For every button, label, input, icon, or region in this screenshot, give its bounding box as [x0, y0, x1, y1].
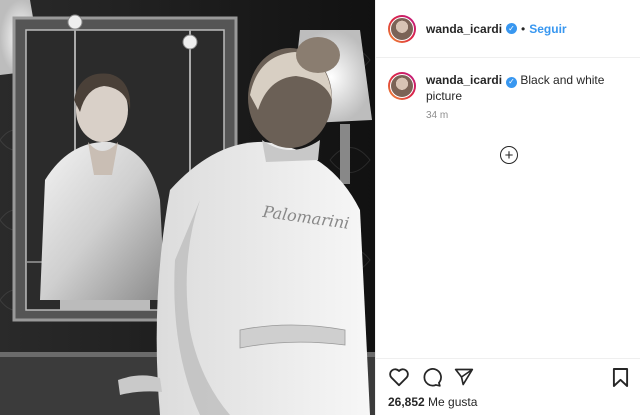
heart-icon[interactable] [388, 367, 410, 387]
likes-count[interactable]: 26,852 Me gusta [388, 395, 477, 409]
comment-icon[interactable] [421, 367, 442, 388]
avatar-image [390, 16, 414, 41]
caption-username[interactable]: wanda_icardi [426, 73, 502, 87]
verified-badge-icon: ✓ [506, 23, 518, 34]
post-timestamp[interactable]: 34 m [426, 110, 640, 121]
header-separator: • [521, 21, 526, 36]
paper-plane-icon[interactable] [454, 367, 474, 387]
bookmark-icon[interactable] [612, 367, 629, 388]
caption-row: wanda_icardi ✓ Black and white picture [376, 58, 640, 104]
post-photo[interactable]: Palomarini [0, 0, 375, 415]
header-username[interactable]: wanda_icardi [426, 22, 502, 36]
follow-button[interactable]: Seguir [529, 22, 566, 36]
caption: wanda_icardi ✓ Black and white picture [426, 72, 626, 104]
likes-label: Me gusta [428, 395, 478, 409]
caption-avatar[interactable] [388, 72, 416, 100]
photo-illustration: Palomarini [0, 0, 375, 415]
caption-verified-badge-icon: ✓ [506, 76, 518, 88]
plus-circle-icon[interactable]: + [500, 146, 518, 164]
avatar[interactable] [388, 14, 416, 43]
post-sidebar: wanda_icardi ✓ • Seguir wanda_icardi ✓ Bl… [375, 0, 640, 415]
instagram-post: Palomarini wanda_icardi ✓ • Seguir wanda… [0, 0, 640, 415]
action-bar: 26,852 Me gusta [376, 358, 640, 415]
likes-number: 26,852 [388, 395, 425, 409]
caption-avatar-image [390, 74, 414, 98]
post-header: wanda_icardi ✓ • Seguir [376, 0, 640, 58]
